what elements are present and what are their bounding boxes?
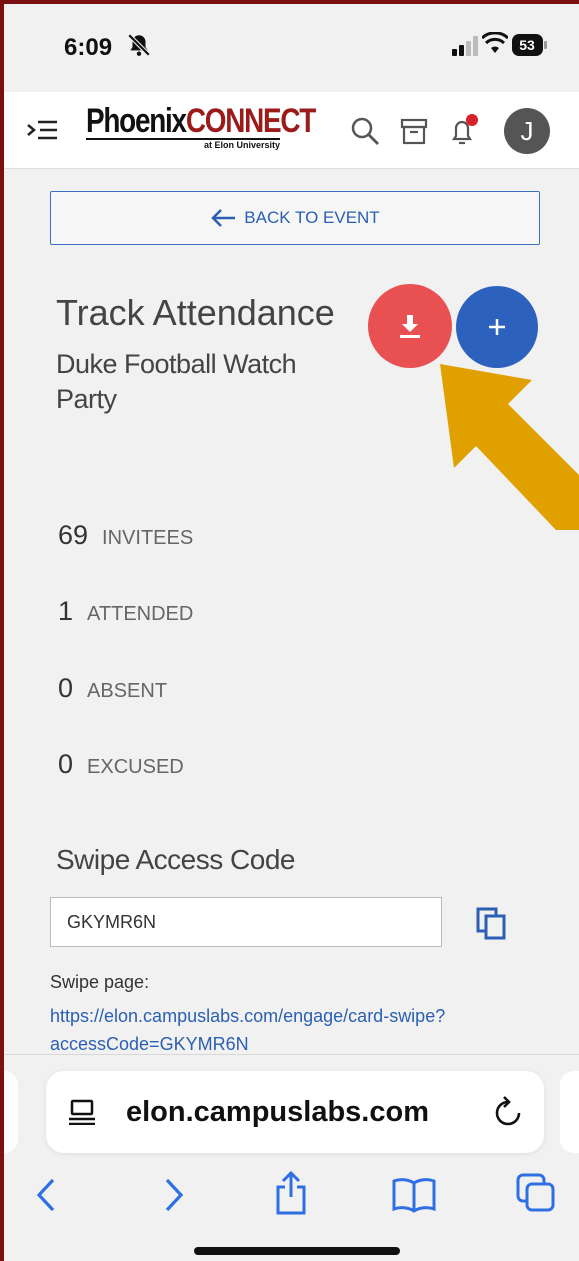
logo-subtitle: at Elon University	[203, 140, 280, 150]
stat-count: 0	[58, 749, 74, 779]
back-to-event-button[interactable]: BACK TO EVENT	[50, 191, 540, 245]
logo-main: Phoenix	[86, 102, 187, 140]
app-header: PhoenixCONNECT at Elon University J	[4, 92, 579, 169]
wifi-icon	[480, 31, 510, 59]
notifications-bell-icon[interactable]	[450, 112, 482, 151]
swipe-access-title: Swipe Access Code	[56, 844, 295, 875]
stat-absent: 0 ABSENT	[58, 673, 167, 704]
status-bar: 6:09 53	[4, 4, 579, 92]
stat-count: 69	[58, 520, 89, 550]
reload-icon[interactable]	[494, 1095, 524, 1132]
stat-label: EXCUSED	[87, 756, 184, 778]
stat-count: 0	[58, 673, 74, 703]
tabs-icon[interactable]	[516, 1173, 556, 1218]
share-icon[interactable]	[274, 1170, 308, 1220]
browser-toolbar: elon.campuslabs.com	[4, 1054, 579, 1261]
previous-tab-preview[interactable]	[4, 1071, 18, 1153]
swipe-page-link[interactable]: https://elon.campuslabs.com/engage/card-…	[50, 1002, 520, 1058]
silent-mode-icon	[126, 32, 152, 63]
stat-count: 1	[58, 596, 74, 626]
logo-accent: CONNECT	[185, 102, 316, 140]
stat-excused: 0 EXCUSED	[58, 749, 184, 780]
forward-icon[interactable]	[162, 1177, 186, 1218]
cellular-signal-icon	[452, 36, 478, 61]
back-icon[interactable]	[34, 1177, 58, 1218]
search-icon[interactable]	[350, 116, 380, 151]
copy-icon[interactable]	[476, 907, 508, 946]
user-avatar[interactable]: J	[504, 108, 550, 154]
arrow-left-icon	[211, 209, 236, 227]
battery-icon: 53	[512, 33, 548, 62]
battery-level: 53	[519, 37, 535, 53]
page-title: Track Attendance	[56, 292, 335, 333]
download-icon	[400, 315, 420, 338]
phoenix-connect-logo[interactable]: PhoenixCONNECT at Elon University	[86, 102, 365, 150]
annotation-arrow	[440, 364, 579, 530]
site-info-icon[interactable]	[68, 1099, 96, 1130]
archive-icon[interactable]	[400, 117, 428, 150]
event-name: Duke Football Watch Party	[56, 349, 297, 414]
stat-invitees: 69 INVITEES	[58, 520, 193, 551]
back-to-event-label: BACK TO EVENT	[244, 208, 380, 227]
access-code-field[interactable]: GKYMR6N	[50, 897, 442, 947]
stat-attended: 1 ATTENDED	[58, 596, 193, 627]
status-time: 6:09	[64, 34, 113, 61]
bookmarks-icon[interactable]	[392, 1177, 436, 1218]
home-indicator[interactable]	[194, 1247, 400, 1255]
plus-icon	[489, 319, 505, 335]
swipe-page-label: Swipe page:	[50, 972, 150, 992]
stat-label: ATTENDED	[87, 603, 194, 625]
add-attendee-button[interactable]	[456, 286, 538, 368]
download-button[interactable]	[368, 284, 452, 368]
next-tab-preview[interactable]	[560, 1071, 579, 1153]
menu-icon[interactable]	[26, 116, 58, 149]
stat-label: INVITEES	[102, 527, 194, 549]
stat-label: ABSENT	[87, 680, 168, 702]
url-text: elon.campuslabs.com	[126, 1095, 429, 1128]
address-bar[interactable]: elon.campuslabs.com	[46, 1071, 544, 1153]
phone-screen: 6:09 53 PhoenixCONNECT at Elon Universit…	[4, 4, 579, 1261]
